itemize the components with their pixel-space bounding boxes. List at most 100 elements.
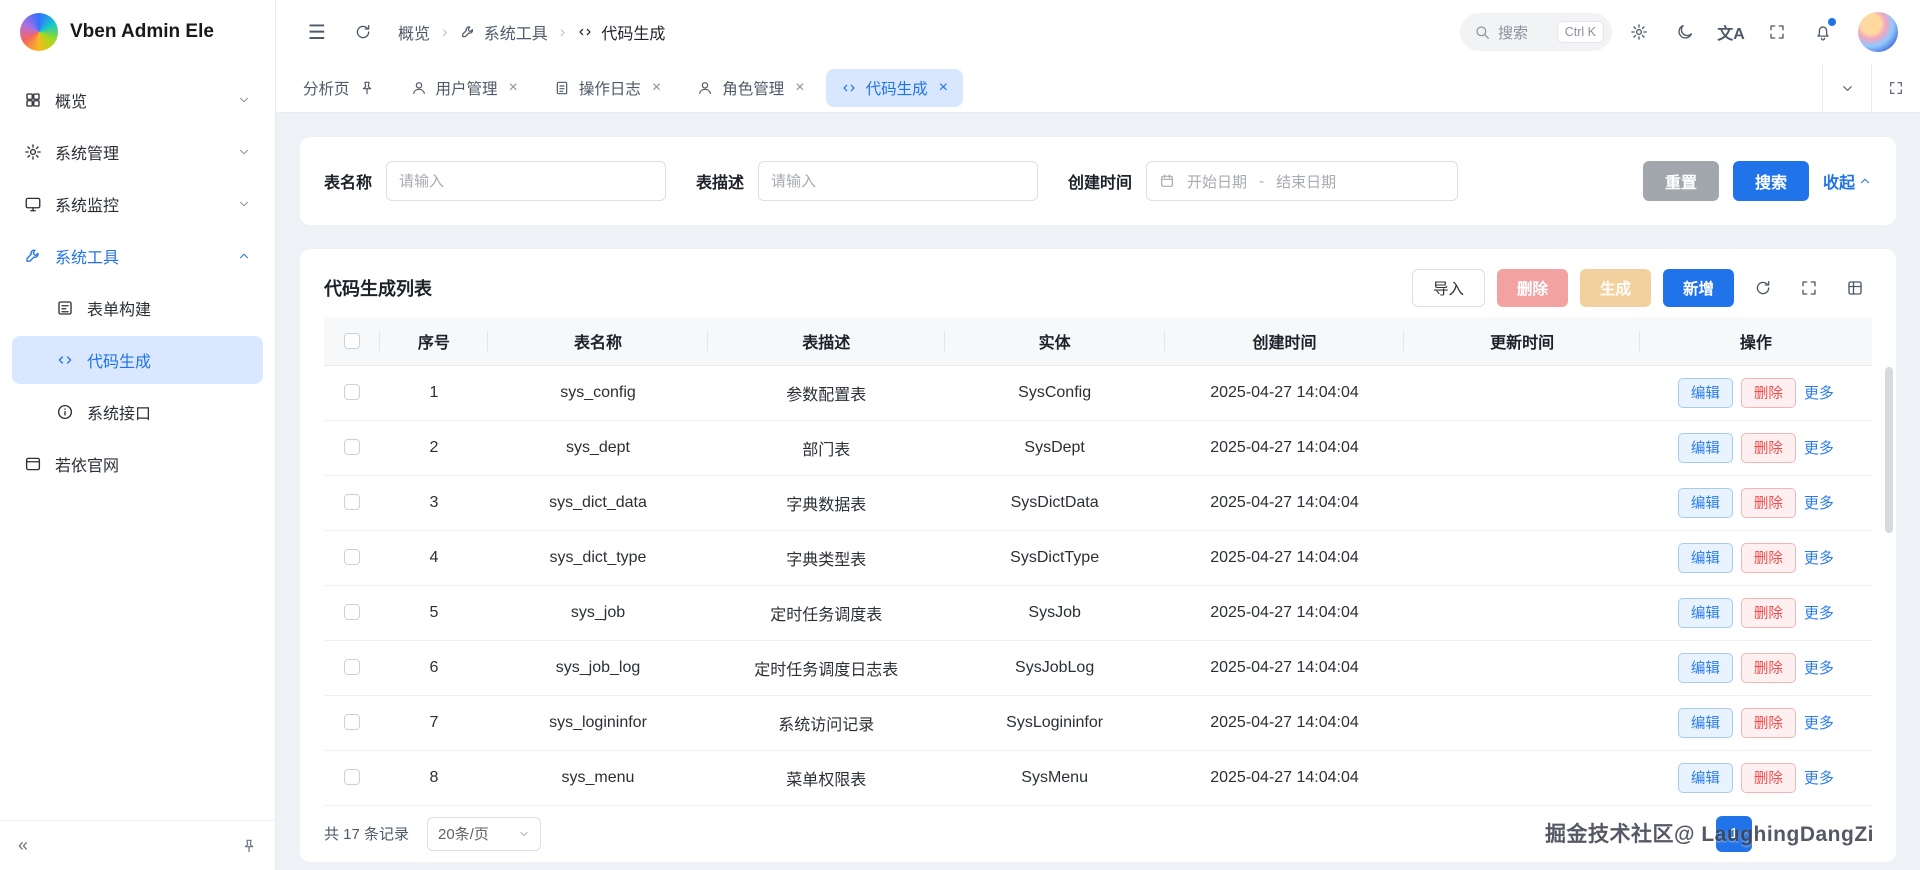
tab-user-management[interactable]: 用户管理 × [396,69,533,107]
edit-button[interactable]: 编辑 [1677,432,1733,463]
sidebar-item-code-generation[interactable]: 代码生成 [12,336,263,384]
delete-button[interactable]: 删除 [1740,652,1796,683]
delete-button[interactable]: 删除 [1740,707,1796,738]
sidebar: Vben Admin Ele 概览 系统管理 系统监控 系统工具 表单构建 代码… [0,0,276,870]
avatar[interactable] [1858,12,1898,52]
collapse-filter-link[interactable]: 收起 [1823,169,1872,193]
pin-icon[interactable] [359,80,375,96]
edit-button[interactable]: 编辑 [1677,762,1733,793]
sidebar-item-system-tools[interactable]: 系统工具 [12,232,263,280]
more-button[interactable]: 更多 [1804,712,1834,733]
theme-toggle-button[interactable] [1666,13,1704,51]
sidebar-item-overview[interactable]: 概览 [12,76,263,124]
more-button[interactable]: 更多 [1804,602,1834,623]
edit-button[interactable]: 编辑 [1677,377,1733,408]
table-desc-input[interactable] [758,161,1039,201]
page-1-button[interactable]: 1 [1716,815,1752,852]
delete-button[interactable]: 删除 [1740,762,1796,793]
date-range-picker[interactable]: 开始日期 - 结束日期 [1146,161,1459,201]
tab-role-management[interactable]: 角色管理 × [682,69,819,107]
tab-maximize-button[interactable] [1871,64,1920,112]
more-button[interactable]: 更多 [1804,382,1834,403]
reset-button[interactable]: 重置 [1642,161,1719,201]
edit-button[interactable]: 编辑 [1677,652,1733,683]
logo-row[interactable]: Vben Admin Ele [0,0,275,64]
delete-button[interactable]: 删除 [1740,542,1796,573]
delete-button[interactable]: 删除 [1740,377,1796,408]
edit-button[interactable]: 编辑 [1677,597,1733,628]
refresh-button[interactable] [344,13,382,51]
language-button[interactable]: 文A [1712,13,1750,51]
more-button[interactable]: 更多 [1804,437,1834,458]
table-fullscreen-button[interactable] [1792,271,1826,305]
sidebar-item-system-api[interactable]: 系统接口 [12,388,263,436]
breadcrumb-item[interactable]: 系统工具 [460,20,548,44]
list-header: 代码生成列表 导入 删除 生成 新增 [324,259,1872,317]
notifications-button[interactable] [1804,13,1842,51]
sidebar-item-ruoyi-site[interactable]: 若依官网 [12,440,263,488]
col-entity: 实体 [944,317,1165,366]
list-icon [554,80,570,96]
edit-button[interactable]: 编辑 [1677,707,1733,738]
select-all-checkbox[interactable] [343,332,360,349]
chevron-down-icon [237,93,251,107]
batch-delete-button[interactable]: 删除 [1496,269,1568,307]
add-button[interactable]: 新增 [1662,269,1734,307]
fullscreen-button[interactable] [1758,13,1796,51]
table-refresh-button[interactable] [1746,271,1780,305]
code-icon [841,80,857,96]
delete-button[interactable]: 删除 [1740,597,1796,628]
cell-index: 4 [379,530,489,586]
import-button[interactable]: 导入 [1411,269,1485,307]
close-icon[interactable]: × [939,79,948,97]
cell-entity: SysDept [944,420,1165,476]
delete-button[interactable]: 删除 [1740,487,1796,518]
page-size-select[interactable]: 20条/页 [427,816,542,851]
sidebar-collapse-button[interactable]: « [18,835,28,856]
row-checkbox[interactable] [343,549,360,566]
row-checkbox[interactable] [343,384,360,401]
delete-button[interactable]: 删除 [1740,432,1796,463]
tab-list-dropdown-button[interactable] [1822,64,1871,112]
column-settings-button[interactable] [1838,271,1872,305]
table-scrollbar[interactable] [1885,367,1893,533]
table-name-input[interactable] [386,161,667,201]
cell-table-desc: 系统访问记录 [707,695,945,751]
close-icon[interactable]: × [652,79,661,97]
sidebar-item-system-management[interactable]: 系统管理 [12,128,263,176]
edit-button[interactable]: 编辑 [1677,542,1733,573]
settings-button[interactable] [1620,13,1658,51]
breadcrumb-item[interactable]: 代码生成 [577,20,665,44]
filter-panel: 表名称 表描述 创建时间 开始日期 - 结束日期 重置 搜索 收起 [300,137,1896,225]
breadcrumb-item[interactable]: 概览 [398,20,430,44]
more-button[interactable]: 更多 [1804,767,1834,788]
tab-analysis[interactable]: 分析页 [288,69,390,107]
list-toolbar: 导入 删除 生成 新增 [1411,269,1872,307]
close-icon[interactable]: × [795,79,804,97]
search-button[interactable]: 搜索 [1732,161,1809,201]
cell-updated [1404,365,1640,421]
generate-button[interactable]: 生成 [1579,269,1651,307]
sidebar-item-label: 系统监控 [55,198,120,215]
cell-created: 2025-04-27 14:04:04 [1164,365,1405,421]
more-button[interactable]: 更多 [1804,657,1834,678]
row-checkbox[interactable] [343,439,360,456]
tab-code-generation[interactable]: 代码生成 × [825,69,963,107]
tab-operation-log[interactable]: 操作日志 × [539,69,676,107]
row-checkbox[interactable] [343,494,360,511]
global-search[interactable]: 搜索 Ctrl K [1460,13,1612,51]
more-button[interactable]: 更多 [1804,547,1834,568]
sidebar-pin-button[interactable] [241,838,257,854]
row-checkbox[interactable] [343,714,360,731]
row-checkbox[interactable] [343,659,360,676]
menu-toggle-button[interactable]: ☰ [298,13,336,51]
close-icon[interactable]: × [509,79,518,97]
row-checkbox[interactable] [343,769,360,786]
more-button[interactable]: 更多 [1804,492,1834,513]
sidebar-item-system-monitor[interactable]: 系统监控 [12,180,263,228]
sidebar-item-form-builder[interactable]: 表单构建 [12,284,263,332]
row-checkbox[interactable] [343,604,360,621]
cell-created: 2025-04-27 14:04:04 [1164,420,1405,476]
edit-button[interactable]: 编辑 [1677,487,1733,518]
cell-table-name: sys_job_log [488,640,708,696]
